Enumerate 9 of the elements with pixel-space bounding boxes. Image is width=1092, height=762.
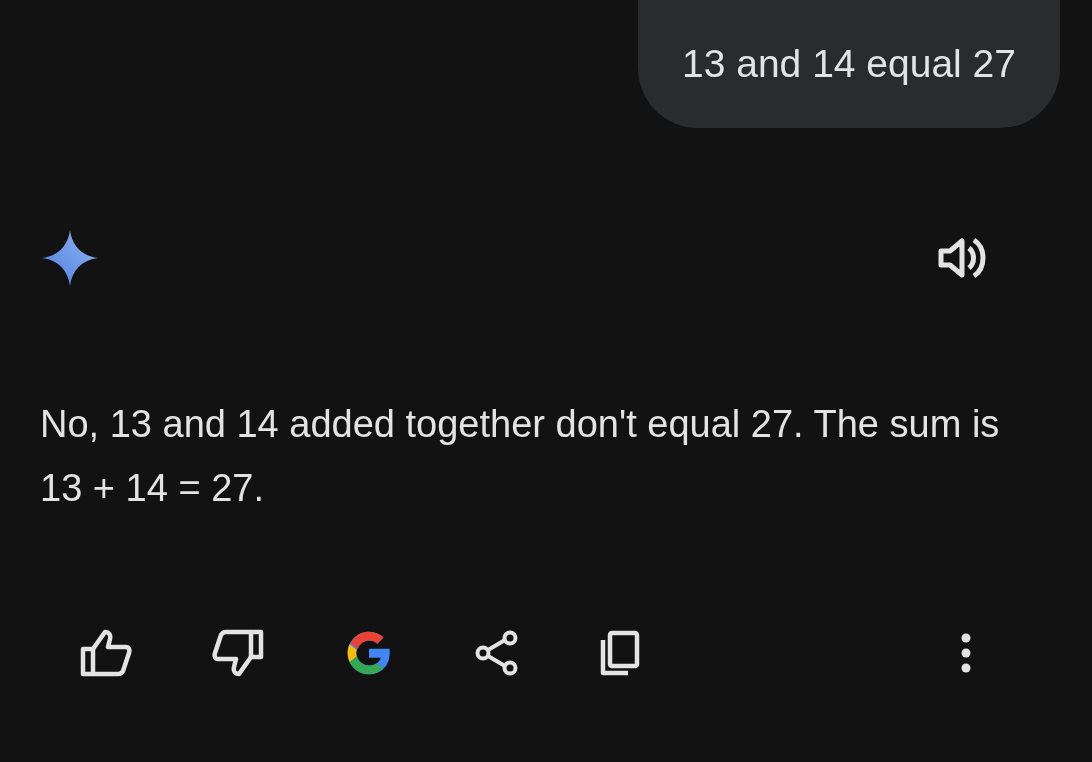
thumbs-up-icon[interactable]: [80, 629, 132, 677]
more-options-icon[interactable]: [960, 633, 972, 673]
sparkle-icon: [42, 230, 98, 286]
copy-icon[interactable]: [600, 630, 640, 676]
user-message: 13 and 14 equal 27: [638, 0, 1060, 128]
response-text: No, 13 and 14 added together don't equal 27. The sum is 13 + 14 = 27.: [40, 402, 1001, 511]
speaker-icon[interactable]: [938, 236, 988, 280]
share-icon[interactable]: [474, 630, 520, 676]
thumbs-down-icon[interactable]: [212, 629, 264, 677]
